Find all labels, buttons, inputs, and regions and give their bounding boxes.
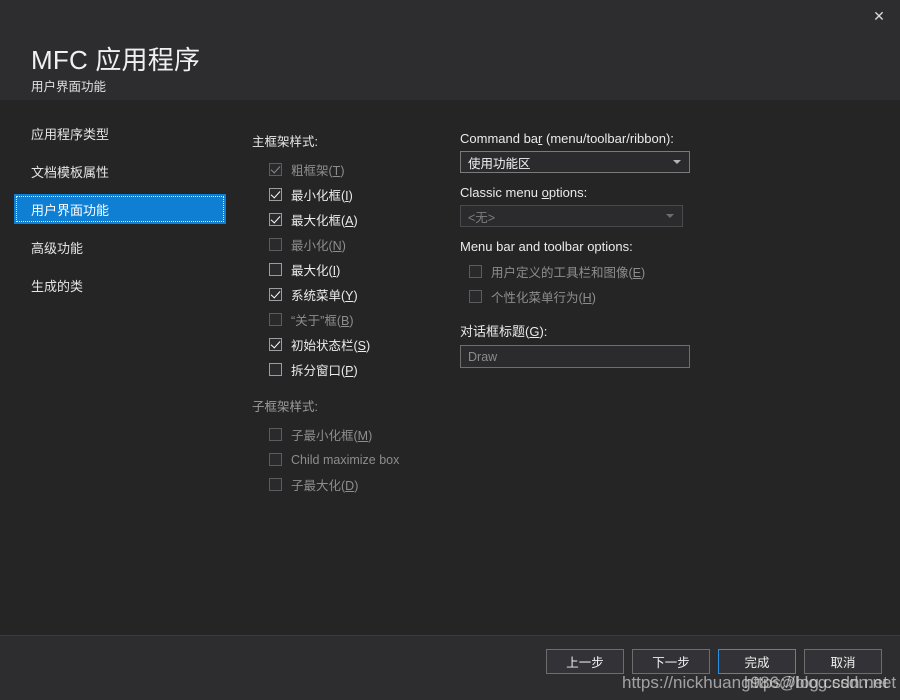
- sidebar-item-3[interactable]: 高级功能: [14, 232, 226, 262]
- sidebar-item-1[interactable]: 文档模板属性: [14, 156, 226, 186]
- menu-toolbar-option-label: 个性化菜单行为(H): [491, 291, 596, 305]
- menu-toolbar-group-label: Menu bar and toolbar options:: [460, 239, 633, 254]
- wizard-button-row: 上一步 下一步 完成 取消: [546, 649, 882, 674]
- main-frame-option-0: 粗框架(T): [252, 157, 452, 182]
- checkbox-icon: [269, 288, 282, 301]
- main-frame-option-7[interactable]: 初始状态栏(S): [252, 332, 452, 357]
- close-icon[interactable]: ✕: [862, 2, 896, 30]
- sidebar-item-label: 用户界面功能: [31, 202, 110, 218]
- main-frame-group-label: 主框架样式:: [252, 135, 318, 149]
- main-frame-option-label: 最小化框(I): [291, 189, 353, 203]
- command-bar-select[interactable]: 使用功能区: [460, 151, 690, 173]
- checkbox-icon: [269, 263, 282, 276]
- dialog-footer: 上一步 下一步 完成 取消: [0, 635, 900, 700]
- sidebar-item-0[interactable]: 应用程序类型: [14, 118, 226, 148]
- main-frame-option-label: 最大化(I): [291, 264, 341, 278]
- wizard-button-1[interactable]: 下一步: [632, 649, 710, 674]
- child-frame-option-2: 子最大化(D): [252, 472, 452, 497]
- child-frame-option-1: Child maximize box: [252, 447, 452, 472]
- checkbox-icon: [469, 290, 482, 303]
- main-frame-option-label: “关于”框(B): [291, 314, 354, 328]
- main-frame-option-4[interactable]: 最大化(I): [252, 257, 452, 282]
- checkbox-icon: [269, 238, 282, 251]
- dialog-title-label: 对话框标题(G):: [460, 324, 548, 339]
- wizard-button-0[interactable]: 上一步: [546, 649, 624, 674]
- sidebar-item-label: 生成的类: [31, 278, 84, 294]
- checkbox-icon: [269, 453, 282, 466]
- main-frame-option-label: 拆分窗口(P): [291, 364, 358, 378]
- main-frame-option-label: 最大化框(A): [291, 214, 358, 228]
- sidebar-item-2[interactable]: 用户界面功能: [14, 194, 226, 224]
- main-frame-option-5[interactable]: 系统菜单(Y): [252, 282, 452, 307]
- checkbox-icon: [269, 363, 282, 376]
- main-frame-option-label: 初始状态栏(S): [291, 339, 371, 353]
- main-frame-option-label: 系统菜单(Y): [291, 289, 358, 303]
- classic-menu-value: <无>: [468, 210, 496, 225]
- wizard-button-label: 上一步: [566, 656, 604, 670]
- page-title: MFC 应用程序: [31, 45, 201, 75]
- main-frame-section: 主框架样式: 粗框架(T) 最小化框(I) 最大化框(A) 最小化(N) 最大化(I) 系…: [252, 131, 452, 497]
- page-subtitle: 用户界面功能: [31, 80, 107, 94]
- sidebar-item-label: 文档模板属性: [31, 164, 110, 180]
- child-frame-option-label: 子最小化框(M): [291, 429, 373, 443]
- child-frame-group-label: 子框架样式:: [252, 400, 318, 414]
- command-bar-value: 使用功能区: [468, 156, 531, 171]
- checkbox-icon: [269, 188, 282, 201]
- checkbox-icon: [269, 213, 282, 226]
- main-frame-option-2[interactable]: 最大化框(A): [252, 207, 452, 232]
- main-frame-option-8[interactable]: 拆分窗口(P): [252, 357, 452, 382]
- main-frame-option-6: “关于”框(B): [252, 307, 452, 332]
- wizard-button-3[interactable]: 取消: [804, 649, 882, 674]
- wizard-sidebar: 应用程序类型 文档模板属性 用户界面功能 高级功能生成的类: [0, 118, 240, 308]
- dialog-header: ✕ MFC 应用程序 用户界面功能: [0, 0, 900, 100]
- main-frame-option-3: 最小化(N): [252, 232, 452, 257]
- checkbox-icon: [269, 478, 282, 491]
- chevron-down-icon: [666, 214, 674, 218]
- dialog-title-value: Draw: [468, 349, 498, 364]
- menu-toolbar-option-0: 用户定义的工具栏和图像(E): [460, 259, 692, 284]
- chevron-down-icon: [673, 160, 681, 164]
- command-bar-label: Command bar (menu/toolbar/ribbon):: [460, 131, 674, 146]
- wizard-button-label: 完成: [744, 656, 770, 670]
- main-frame-option-label: 粗框架(T): [291, 164, 345, 178]
- mfc-wizard-dialog: ✕ MFC 应用程序 用户界面功能 应用程序类型 文档模板属性 用户界面功能 高级功能…: [0, 0, 900, 700]
- sidebar-item-label: 应用程序类型: [31, 126, 110, 142]
- wizard-button-2[interactable]: 完成: [718, 649, 796, 674]
- child-frame-option-0: 子最小化框(M): [252, 422, 452, 447]
- checkbox-icon: [269, 163, 282, 176]
- child-frame-option-label: Child maximize box: [291, 452, 400, 467]
- sidebar-item-4[interactable]: 生成的类: [14, 270, 226, 300]
- sidebar-item-label: 高级功能: [31, 240, 84, 256]
- menu-toolbar-option-label: 用户定义的工具栏和图像(E): [491, 266, 646, 280]
- checkbox-icon: [269, 313, 282, 326]
- main-frame-option-1[interactable]: 最小化框(I): [252, 182, 452, 207]
- wizard-button-label: 下一步: [652, 656, 690, 670]
- main-frame-option-label: 最小化(N): [291, 239, 346, 253]
- options-section: Command bar (menu/toolbar/ribbon): 使用功能区…: [460, 131, 692, 368]
- classic-menu-label: Classic menu options:: [460, 185, 588, 200]
- wizard-button-label: 取消: [830, 656, 856, 670]
- checkbox-icon: [469, 265, 482, 278]
- checkbox-icon: [269, 428, 282, 441]
- checkbox-icon: [269, 338, 282, 351]
- child-frame-option-label: 子最大化(D): [291, 479, 359, 493]
- menu-toolbar-option-1: 个性化菜单行为(H): [460, 284, 692, 309]
- classic-menu-select: <无>: [460, 205, 683, 227]
- dialog-title-input[interactable]: Draw: [460, 345, 690, 368]
